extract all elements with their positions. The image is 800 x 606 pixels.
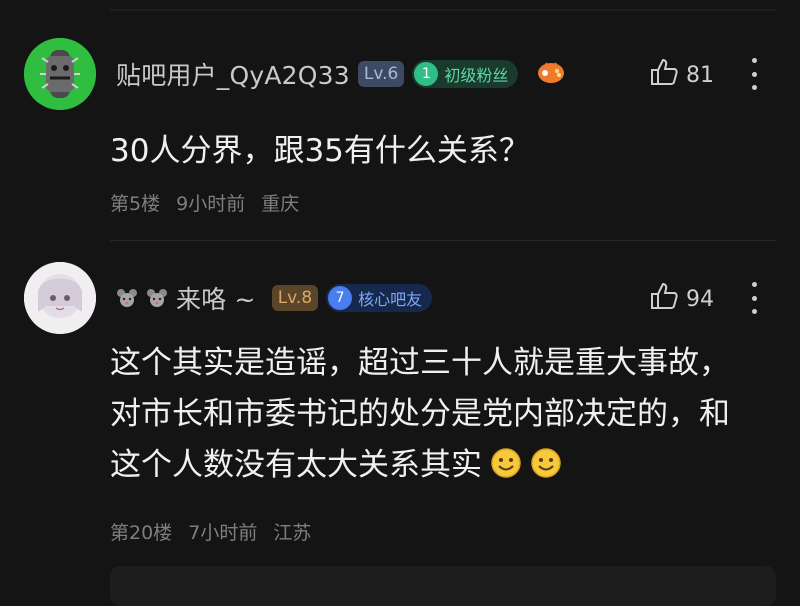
username[interactable]: 贴吧用户_QyA2Q33	[116, 56, 350, 92]
comment-meta: 第5楼 9小时前 重庆	[110, 189, 309, 216]
smile-emoji-icon	[490, 444, 522, 478]
comment-text: 30人分界，跟35有什么关系？	[110, 126, 530, 177]
badge-label: 核心吧友	[358, 290, 423, 309]
gamepad-icon	[536, 59, 566, 89]
floor-number: 第5楼	[110, 193, 161, 215]
like-count: 94	[686, 286, 714, 312]
more-vertical-icon[interactable]	[748, 58, 760, 90]
thumbs-up-icon	[648, 280, 680, 318]
reply-preview-box[interactable]	[110, 566, 776, 606]
badge-number: 7	[328, 286, 353, 310]
like-button[interactable]: 94	[648, 280, 714, 318]
location: 江苏	[273, 522, 312, 544]
comment-text-line: 30人分界，跟35有什么关系？	[110, 133, 530, 169]
badge-label: 初级粉丝	[444, 66, 509, 85]
like-count: 81	[686, 62, 714, 88]
avatar[interactable]	[24, 38, 96, 110]
comment-text: 这个其实是造谣，超过三十人就是重大事故， 对市长和市委书记的处分是党内部决定的，…	[110, 338, 730, 491]
level-badge: Lv.8	[271, 285, 319, 311]
comment-divider	[110, 240, 776, 241]
fan-badge: 1 初级粉丝	[412, 60, 519, 88]
comment-header: 来咯 ~ Lv.8 7 核心吧友	[116, 280, 433, 316]
location: 重庆	[261, 193, 300, 215]
smile-emoji-icon	[530, 444, 562, 478]
comment-item: 贴吧用户_QyA2Q33 Lv.6 1 初级粉丝 81 30人分界，跟35有什么…	[0, 38, 800, 228]
avatar[interactable]	[24, 262, 96, 334]
comment-text-line-last: 这个人数没有太大关系其实	[110, 440, 730, 491]
mouse-emoji-icon	[146, 287, 168, 309]
top-divider	[110, 9, 776, 11]
more-vertical-icon[interactable]	[748, 282, 760, 314]
mouse-emoji-icon	[116, 287, 138, 309]
comment-item: 来咯 ~ Lv.8 7 核心吧友 94 这个其实是造谣，超过三十人就是重大事故，…	[0, 262, 800, 552]
timestamp: 7小时前	[188, 522, 258, 544]
timestamp: 9小时前	[176, 193, 246, 215]
badge-number: 1	[414, 62, 439, 86]
comment-text-line-content: 这个人数没有太大关系其实	[110, 447, 482, 483]
comment-meta: 第20楼 7小时前 江苏	[110, 518, 321, 545]
username[interactable]: 来咯 ~	[176, 280, 256, 316]
floor-number: 第20楼	[110, 522, 173, 544]
comment-text-line: 对市长和市委书记的处分是党内部决定的，和	[110, 396, 730, 432]
comment-header: 贴吧用户_QyA2Q33 Lv.6 1 初级粉丝	[116, 56, 566, 92]
like-button[interactable]: 81	[648, 56, 714, 94]
level-badge: Lv.6	[357, 61, 405, 87]
comment-text-line: 这个其实是造谣，超过三十人就是重大事故，	[110, 345, 730, 381]
thumbs-up-icon	[648, 56, 680, 94]
fan-badge: 7 核心吧友	[326, 284, 433, 312]
